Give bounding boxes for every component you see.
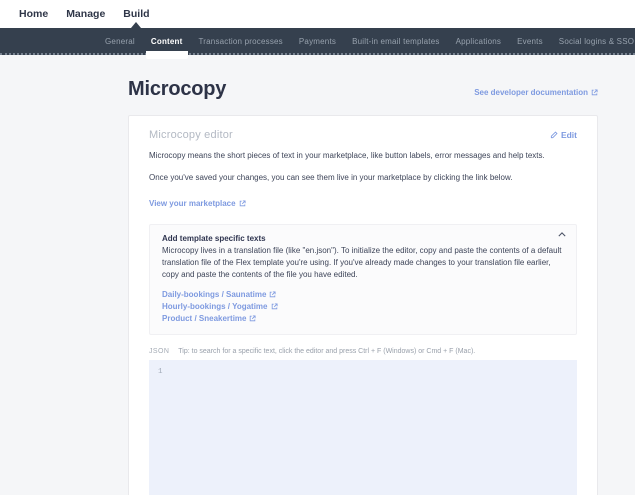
template-texts-panel: Add template specific texts Microcopy li…: [149, 224, 577, 335]
tab-built-in-email-templates-label: Built-in email templates: [352, 37, 440, 46]
external-link-icon: [269, 291, 276, 298]
collapse-panel-button[interactable]: [558, 232, 566, 237]
topnav-home-label: Home: [19, 8, 48, 20]
topnav-item-home[interactable]: Home: [10, 0, 57, 28]
navbar-dotted-divider: [0, 53, 635, 55]
tab-transaction-processes[interactable]: Transaction processes: [191, 28, 291, 55]
topnav-item-manage[interactable]: Manage: [57, 0, 114, 28]
tab-social-logins-sso[interactable]: Social logins & SSO: [551, 28, 635, 55]
tab-general-label: General: [105, 37, 135, 46]
view-marketplace-link-label: View your marketplace: [149, 199, 236, 208]
template-link-daily-bookings-label: Daily-bookings / Saunatime: [162, 289, 266, 301]
active-tab-indicator: [146, 51, 188, 59]
tab-applications[interactable]: Applications: [448, 28, 510, 55]
external-link-icon: [591, 89, 598, 96]
external-link-icon: [249, 315, 256, 322]
editor-tip: Tip: to search for a specific text, clic…: [178, 348, 475, 355]
editor-meta-row: JSON Tip: to search for a specific text,…: [149, 348, 577, 355]
edit-button[interactable]: Edit: [550, 130, 577, 140]
page-header: Microcopy See developer documentation: [128, 78, 598, 101]
tab-transaction-processes-label: Transaction processes: [199, 37, 283, 46]
card-header: Microcopy editor Edit: [149, 129, 577, 141]
card-title: Microcopy editor: [149, 129, 233, 141]
developer-documentation-link[interactable]: See developer documentation: [474, 88, 598, 97]
template-link-hourly-bookings[interactable]: Hourly-bookings / Yogatime: [162, 301, 278, 313]
topnav-item-build[interactable]: Build: [114, 0, 158, 28]
chevron-up-icon: [558, 232, 566, 237]
view-marketplace-link[interactable]: View your marketplace: [149, 199, 246, 208]
tab-content-label: Content: [151, 37, 183, 46]
top-navigation: Home Manage Build: [0, 0, 635, 28]
tab-events[interactable]: Events: [509, 28, 551, 55]
topnav-build-label: Build: [123, 8, 149, 20]
tab-general[interactable]: General: [97, 28, 143, 55]
tab-content[interactable]: Content: [143, 28, 191, 55]
developer-documentation-link-label: See developer documentation: [474, 88, 588, 97]
tab-built-in-email-templates[interactable]: Built-in email templates: [344, 28, 448, 55]
template-link-product[interactable]: Product / Sneakertime: [162, 313, 256, 325]
edit-button-label: Edit: [561, 130, 577, 140]
template-link-hourly-bookings-label: Hourly-bookings / Yogatime: [162, 301, 268, 313]
topnav-manage-label: Manage: [66, 8, 105, 20]
template-link-product-label: Product / Sneakertime: [162, 313, 246, 325]
template-panel-title: Add template specific texts: [162, 233, 564, 245]
microcopy-editor-card: Microcopy editor Edit Microcopy means th…: [128, 115, 598, 495]
tab-applications-label: Applications: [456, 37, 502, 46]
json-code-editor[interactable]: 1: [149, 360, 577, 495]
tab-events-label: Events: [517, 37, 543, 46]
external-link-icon: [271, 303, 278, 310]
save-info-paragraph: Once you've saved your changes, you can …: [149, 172, 577, 185]
intro-paragraph: Microcopy means the short pieces of text…: [149, 150, 577, 163]
tab-payments[interactable]: Payments: [291, 28, 344, 55]
template-panel-body: Microcopy lives in a translation file (l…: [162, 245, 564, 282]
template-link-daily-bookings[interactable]: Daily-bookings / Saunatime: [162, 289, 276, 301]
format-label: JSON: [149, 348, 169, 355]
pencil-icon: [550, 131, 558, 139]
external-link-icon: [239, 200, 246, 207]
build-sub-navigation: General Content Transaction processes Pa…: [0, 28, 635, 55]
page-title: Microcopy: [128, 78, 226, 101]
editor-line-number: 1: [149, 362, 163, 376]
tab-payments-label: Payments: [299, 37, 336, 46]
tab-social-logins-sso-label: Social logins & SSO: [559, 37, 634, 46]
